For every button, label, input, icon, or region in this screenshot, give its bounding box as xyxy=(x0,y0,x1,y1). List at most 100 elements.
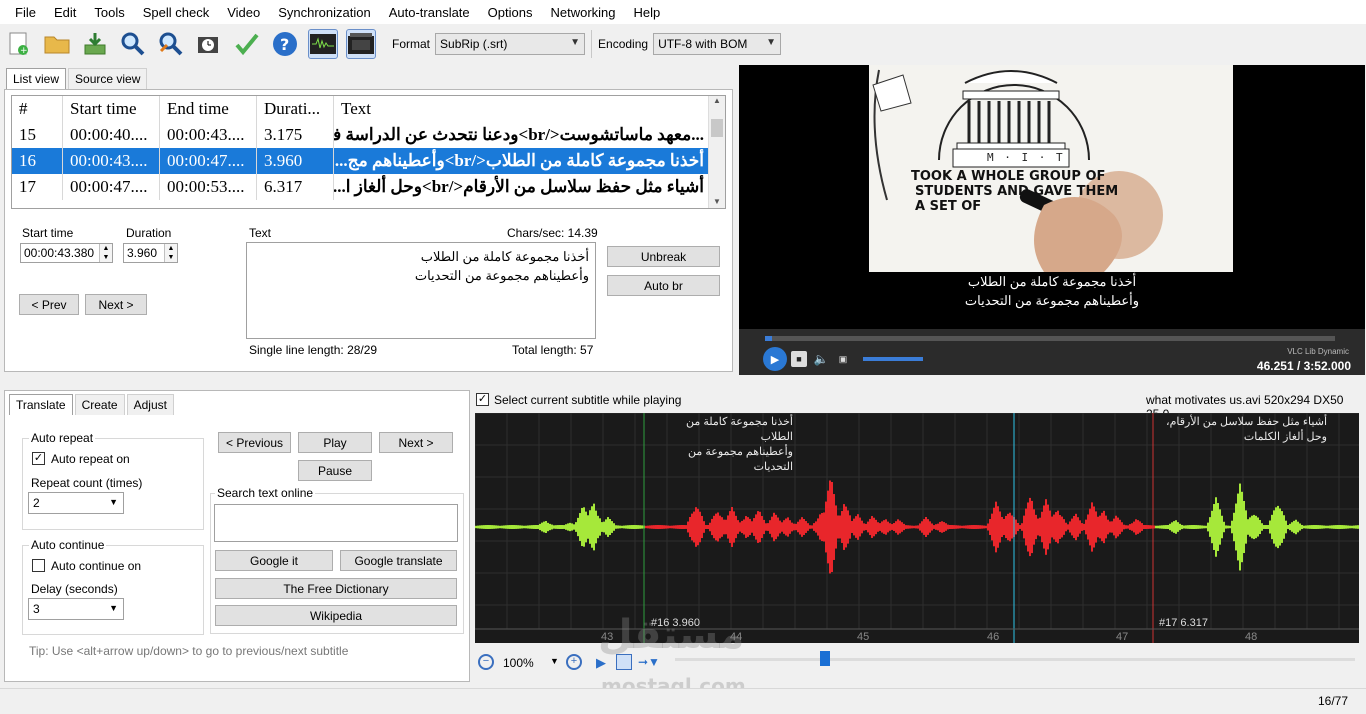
play-button[interactable]: Play xyxy=(298,432,372,453)
zoom-level[interactable]: 100% xyxy=(503,656,534,670)
spell-check-icon[interactable] xyxy=(232,29,262,59)
auto-repeat-checkbox[interactable]: ✓ xyxy=(32,452,45,465)
stop-icon[interactable]: ■ xyxy=(791,351,807,367)
format-select[interactable]: SubRip (.srt) ▼ xyxy=(435,33,586,55)
scroll-thumb[interactable] xyxy=(711,119,723,137)
waveform-bar xyxy=(677,525,679,529)
play-icon[interactable]: ▶ xyxy=(763,347,787,371)
waveform-bar xyxy=(895,521,897,533)
volume-icon[interactable]: 🔈 xyxy=(813,351,829,367)
menu-options[interactable]: Options xyxy=(479,5,542,20)
waveform-bar xyxy=(1111,521,1113,533)
column-header-end[interactable]: End time xyxy=(160,96,257,122)
google-it-button[interactable]: Google it xyxy=(215,550,333,571)
menu-file[interactable]: File xyxy=(6,5,45,20)
waveform-bar xyxy=(1187,525,1189,529)
tab-source-view[interactable]: Source view xyxy=(68,68,148,89)
zoom-out-icon[interactable]: − xyxy=(478,654,494,670)
waveform-bar xyxy=(1273,510,1275,544)
encoding-select[interactable]: UTF-8 with BOM ▼ xyxy=(653,33,782,55)
waveform-bar xyxy=(505,525,507,529)
waveform-bar xyxy=(1345,525,1347,529)
column-header-text[interactable]: Text xyxy=(334,96,704,122)
video-toggle-icon[interactable] xyxy=(346,29,376,59)
waveform-bar xyxy=(955,525,957,529)
delay-select[interactable]: 3 ▼ xyxy=(28,598,124,620)
replace-icon[interactable] xyxy=(156,29,186,59)
waveform-bar xyxy=(1131,523,1133,531)
menu-synchronization[interactable]: Synchronization xyxy=(269,5,380,20)
waveform-bar xyxy=(1043,505,1045,549)
waveform-bar xyxy=(669,525,671,529)
menu-networking[interactable]: Networking xyxy=(541,5,624,20)
auto-continue-checkbox[interactable] xyxy=(32,559,45,572)
subtitle-text-editor[interactable]: أخذنا مجموعة كاملة من الطلاب وأعطيناهم م… xyxy=(246,242,596,339)
waveform-bar xyxy=(1115,515,1117,539)
wikipedia-button[interactable]: Wikipedia xyxy=(215,605,457,626)
subtitle-grid[interactable]: # Start time End time Durati... Text 15 … xyxy=(11,95,726,209)
waveform-position-slider[interactable] xyxy=(675,658,1355,661)
menu-auto-translate[interactable]: Auto-translate xyxy=(380,5,479,20)
column-header-number[interactable]: # xyxy=(12,96,63,122)
waveform-bar xyxy=(509,525,511,529)
menu-tools[interactable]: Tools xyxy=(85,5,133,20)
visual-sync-icon[interactable] xyxy=(194,29,224,59)
waveform-bar xyxy=(1249,517,1251,537)
free-dictionary-button[interactable]: The Free Dictionary xyxy=(215,578,457,599)
tab-list-view[interactable]: List view xyxy=(6,68,67,89)
search-text-input[interactable] xyxy=(214,504,458,542)
start-time-input[interactable]: 00:00:43.380 ▲ ▼ xyxy=(20,243,113,263)
repeat-count-select[interactable]: 2 ▼ xyxy=(28,492,124,514)
audio-waveform[interactable]: أخذنا مجموعة كاملة من الطلاب وأعطيناهم م… xyxy=(475,413,1359,643)
select-current-checkbox[interactable]: ✓ xyxy=(476,393,489,406)
tip-text: Tip: Use <alt+arrow up/down> to go to pr… xyxy=(29,644,349,658)
help-icon[interactable]: ? xyxy=(270,29,300,59)
slider-thumb[interactable] xyxy=(820,651,830,666)
waveform-bar xyxy=(651,525,653,529)
video-player[interactable]: M · I · T TOOK A WHOLE GROUP OF STUDENTS… xyxy=(739,65,1365,375)
download-icon[interactable] xyxy=(80,29,110,59)
scroll-down-icon[interactable]: ▼ xyxy=(709,197,725,206)
volume-slider[interactable] xyxy=(863,357,923,361)
zoom-in-icon[interactable]: + xyxy=(566,654,582,670)
previous-button[interactable]: < Previous xyxy=(218,432,291,453)
tab-adjust[interactable]: Adjust xyxy=(126,394,174,415)
waveform-bar xyxy=(785,518,787,536)
waveform-bar xyxy=(1177,522,1179,532)
open-folder-icon[interactable] xyxy=(42,29,72,59)
column-header-duration[interactable]: Durati... xyxy=(257,96,334,122)
pause-button[interactable]: Pause xyxy=(298,460,372,481)
fullscreen-icon[interactable]: ▣ xyxy=(835,351,851,367)
waveform-bar xyxy=(1039,517,1041,537)
new-file-icon[interactable]: + xyxy=(4,29,34,59)
spinner-arrows-icon[interactable]: ▲ ▼ xyxy=(99,244,112,262)
table-row[interactable]: 15 00:00:40.... 00:00:43.... 3.175 ...مع… xyxy=(12,122,725,148)
auto-br-button[interactable]: Auto br xyxy=(607,275,720,296)
prev-button[interactable]: < Prev xyxy=(19,294,79,315)
menu-edit[interactable]: Edit xyxy=(45,5,85,20)
waveform-bar xyxy=(1023,515,1025,539)
video-progress-bar[interactable] xyxy=(765,336,1335,341)
google-translate-button[interactable]: Google translate xyxy=(340,550,457,571)
waveform-toggle-icon[interactable] xyxy=(308,29,338,59)
chevron-down-icon[interactable]: ▼ xyxy=(550,656,559,666)
table-row[interactable]: 17 00:00:47.... 00:00:53.... 6.317 أشياء… xyxy=(12,174,725,200)
cell-duration: 3.175 xyxy=(257,122,334,148)
next-subtitle-button[interactable]: Next > xyxy=(379,432,453,453)
grid-scrollbar[interactable]: ▲ ▼ xyxy=(708,96,725,208)
menu-help[interactable]: Help xyxy=(625,5,670,20)
cell-number: 17 xyxy=(12,174,63,200)
menu-video[interactable]: Video xyxy=(218,5,269,20)
waveform-bar xyxy=(929,521,931,533)
tab-translate[interactable]: Translate xyxy=(9,394,73,415)
menu-spell-check[interactable]: Spell check xyxy=(134,5,218,20)
unbreak-button[interactable]: Unbreak xyxy=(607,246,720,267)
column-header-start[interactable]: Start time xyxy=(63,96,160,122)
spinner-arrows-icon[interactable]: ▲ ▼ xyxy=(164,244,177,262)
tab-create[interactable]: Create xyxy=(74,394,125,415)
find-icon[interactable] xyxy=(118,29,148,59)
scroll-up-icon[interactable]: ▲ xyxy=(709,96,725,105)
table-row-selected[interactable]: 16 00:00:43.... 00:00:47.... 3.960 أخذنا… xyxy=(12,148,725,174)
next-button[interactable]: Next > xyxy=(85,294,147,315)
duration-input[interactable]: 3.960 ▲ ▼ xyxy=(123,243,178,263)
